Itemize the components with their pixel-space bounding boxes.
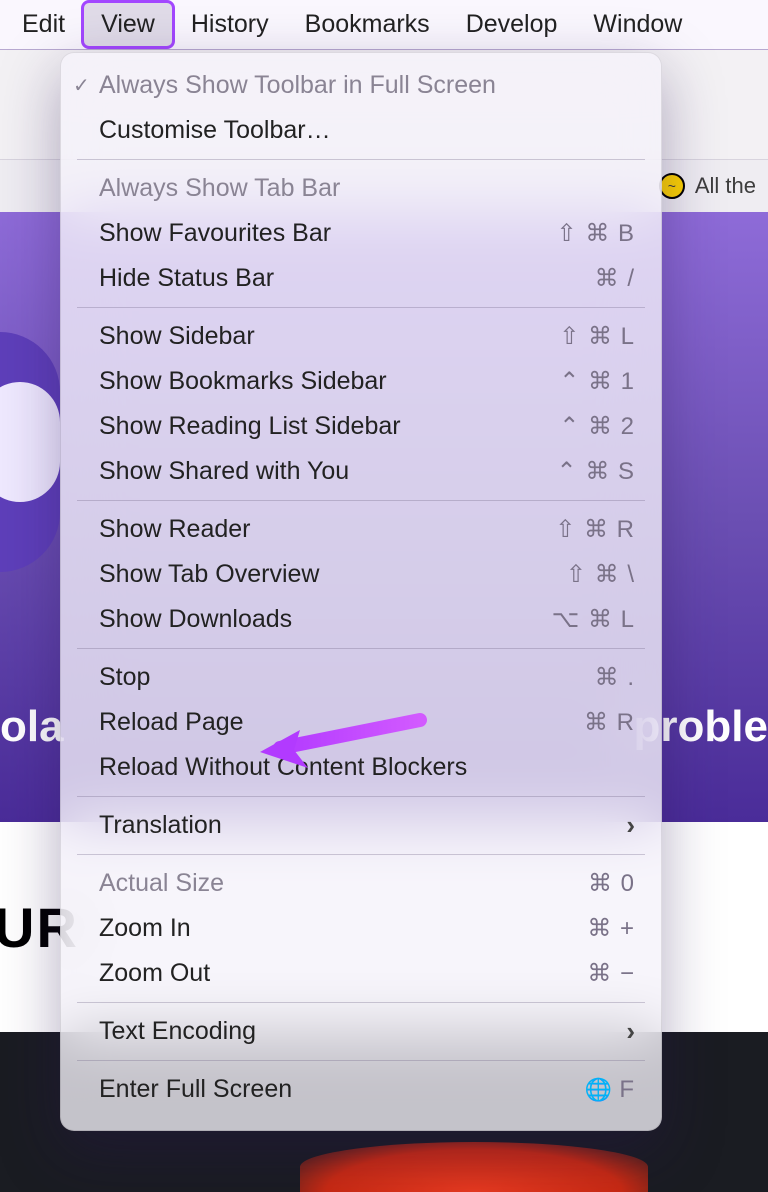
menu-item-show-downloads[interactable]: Show Downloads ⌥ ⌘ L <box>61 597 661 642</box>
menu-separator <box>77 648 645 649</box>
menu-item-enter-full-screen[interactable]: Enter Full Screen 🌐F <box>61 1067 661 1112</box>
system-menubar: Edit View History Bookmarks Develop Wind… <box>0 0 768 50</box>
menu-item-label: Show Shared with You <box>99 457 557 486</box>
menu-separator <box>77 500 645 501</box>
menu-item-label: Stop <box>99 663 595 692</box>
menubar-item-bookmarks[interactable]: Bookmarks <box>287 2 448 47</box>
shortcut: ⇧ ⌘ R <box>555 515 635 544</box>
menu-item-show-sidebar[interactable]: Show Sidebar ⇧ ⌘ L <box>61 314 661 359</box>
menu-item-zoom-in[interactable]: Zoom In ⌘ + <box>61 906 661 951</box>
menu-item-translation[interactable]: Translation › <box>61 803 661 848</box>
menu-separator <box>77 159 645 160</box>
menu-item-always-show-toolbar[interactable]: ✓ Always Show Toolbar in Full Screen <box>61 63 661 108</box>
shortcut: ⌘ 0 <box>588 869 635 898</box>
menu-item-label: Enter Full Screen <box>99 1075 585 1104</box>
menu-item-label: Show Downloads <box>99 605 552 634</box>
hero-text-left: ola <box>0 702 64 752</box>
menu-separator <box>77 1002 645 1003</box>
shortcut: ⌥ ⌘ L <box>552 605 635 634</box>
chevron-right-icon: › <box>626 810 635 841</box>
shortcut: ⌘ / <box>595 264 635 293</box>
shortcut: ⌘ − <box>587 959 635 988</box>
menu-item-text-encoding[interactable]: Text Encoding › <box>61 1009 661 1054</box>
menu-separator <box>77 1060 645 1061</box>
menu-item-label: Zoom Out <box>99 959 587 988</box>
shortcut: ⌘ + <box>587 914 635 943</box>
menu-item-reload-page[interactable]: Reload Page ⌘ R <box>61 700 661 745</box>
menu-item-label: Show Favourites Bar <box>99 219 557 248</box>
chevron-right-icon: › <box>626 1016 635 1047</box>
hero-shape-2 <box>0 382 60 502</box>
shortcut: ⌃ ⌘ 1 <box>559 367 635 396</box>
menu-item-label: Translation <box>99 811 626 840</box>
menu-item-show-shared-with-you[interactable]: Show Shared with You ⌃ ⌘ S <box>61 449 661 494</box>
menu-item-label: Text Encoding <box>99 1017 626 1046</box>
menu-item-label: Zoom In <box>99 914 587 943</box>
menu-item-label: Always Show Tab Bar <box>99 174 635 203</box>
menu-item-label: Actual Size <box>99 869 588 898</box>
menu-item-always-show-tab-bar[interactable]: Always Show Tab Bar <box>61 166 661 211</box>
menubar-item-develop[interactable]: Develop <box>448 2 576 47</box>
menu-separator <box>77 796 645 797</box>
menu-item-stop[interactable]: Stop ⌘ . <box>61 655 661 700</box>
globe-icon: 🌐 <box>585 1077 613 1102</box>
menu-item-label: Show Bookmarks Sidebar <box>99 367 559 396</box>
shortcut: 🌐F <box>585 1076 635 1104</box>
menu-item-reload-without-content-blockers[interactable]: Reload Without Content Blockers <box>61 745 661 790</box>
menu-item-label: Reload Without Content Blockers <box>99 753 635 782</box>
view-menu-dropdown: ✓ Always Show Toolbar in Full Screen Cus… <box>60 52 662 1131</box>
menu-separator <box>77 854 645 855</box>
menu-item-show-favourites-bar[interactable]: Show Favourites Bar ⇧ ⌘ B <box>61 211 661 256</box>
shortcut: ⌃ ⌘ S <box>557 457 635 486</box>
menu-item-show-reading-list-sidebar[interactable]: Show Reading List Sidebar ⌃ ⌘ 2 <box>61 404 661 449</box>
menu-separator <box>77 307 645 308</box>
menubar-item-view[interactable]: View <box>83 2 173 47</box>
bookmark-favicon: ~ <box>659 173 685 199</box>
menu-item-hide-status-bar[interactable]: Hide Status Bar ⌘ / <box>61 256 661 301</box>
menu-item-label: Show Reading List Sidebar <box>99 412 559 441</box>
shortcut: ⇧ ⌘ \ <box>566 560 635 589</box>
menu-item-label: Hide Status Bar <box>99 264 595 293</box>
menu-item-show-tab-overview[interactable]: Show Tab Overview ⇧ ⌘ \ <box>61 552 661 597</box>
menu-item-label: Always Show Toolbar in Full Screen <box>99 71 635 100</box>
menubar-item-history[interactable]: History <box>173 2 287 47</box>
menu-item-zoom-out[interactable]: Zoom Out ⌘ − <box>61 951 661 996</box>
shortcut: ⌘ R <box>584 708 635 737</box>
menubar-item-window[interactable]: Window <box>575 2 700 47</box>
menu-item-customise-toolbar[interactable]: Customise Toolbar… <box>61 108 661 153</box>
menu-item-label: Customise Toolbar… <box>99 116 635 145</box>
shortcut: ⌘ . <box>595 663 635 692</box>
bookmark-label[interactable]: All the <box>695 173 756 199</box>
menu-item-label: Show Tab Overview <box>99 560 566 589</box>
menu-item-label: Show Reader <box>99 515 555 544</box>
menubar-item-edit[interactable]: Edit <box>4 2 83 47</box>
shortcut: ⌃ ⌘ 2 <box>559 412 635 441</box>
menu-item-show-reader[interactable]: Show Reader ⇧ ⌘ R <box>61 507 661 552</box>
menu-item-label: Reload Page <box>99 708 584 737</box>
shortcut: ⇧ ⌘ L <box>559 322 635 351</box>
checkmark-icon: ✓ <box>73 73 90 98</box>
dark-blob <box>300 1142 648 1192</box>
menu-item-label: Show Sidebar <box>99 322 559 351</box>
menu-item-show-bookmarks-sidebar[interactable]: Show Bookmarks Sidebar ⌃ ⌘ 1 <box>61 359 661 404</box>
menu-item-actual-size[interactable]: Actual Size ⌘ 0 <box>61 861 661 906</box>
shortcut: ⇧ ⌘ B <box>557 219 635 248</box>
